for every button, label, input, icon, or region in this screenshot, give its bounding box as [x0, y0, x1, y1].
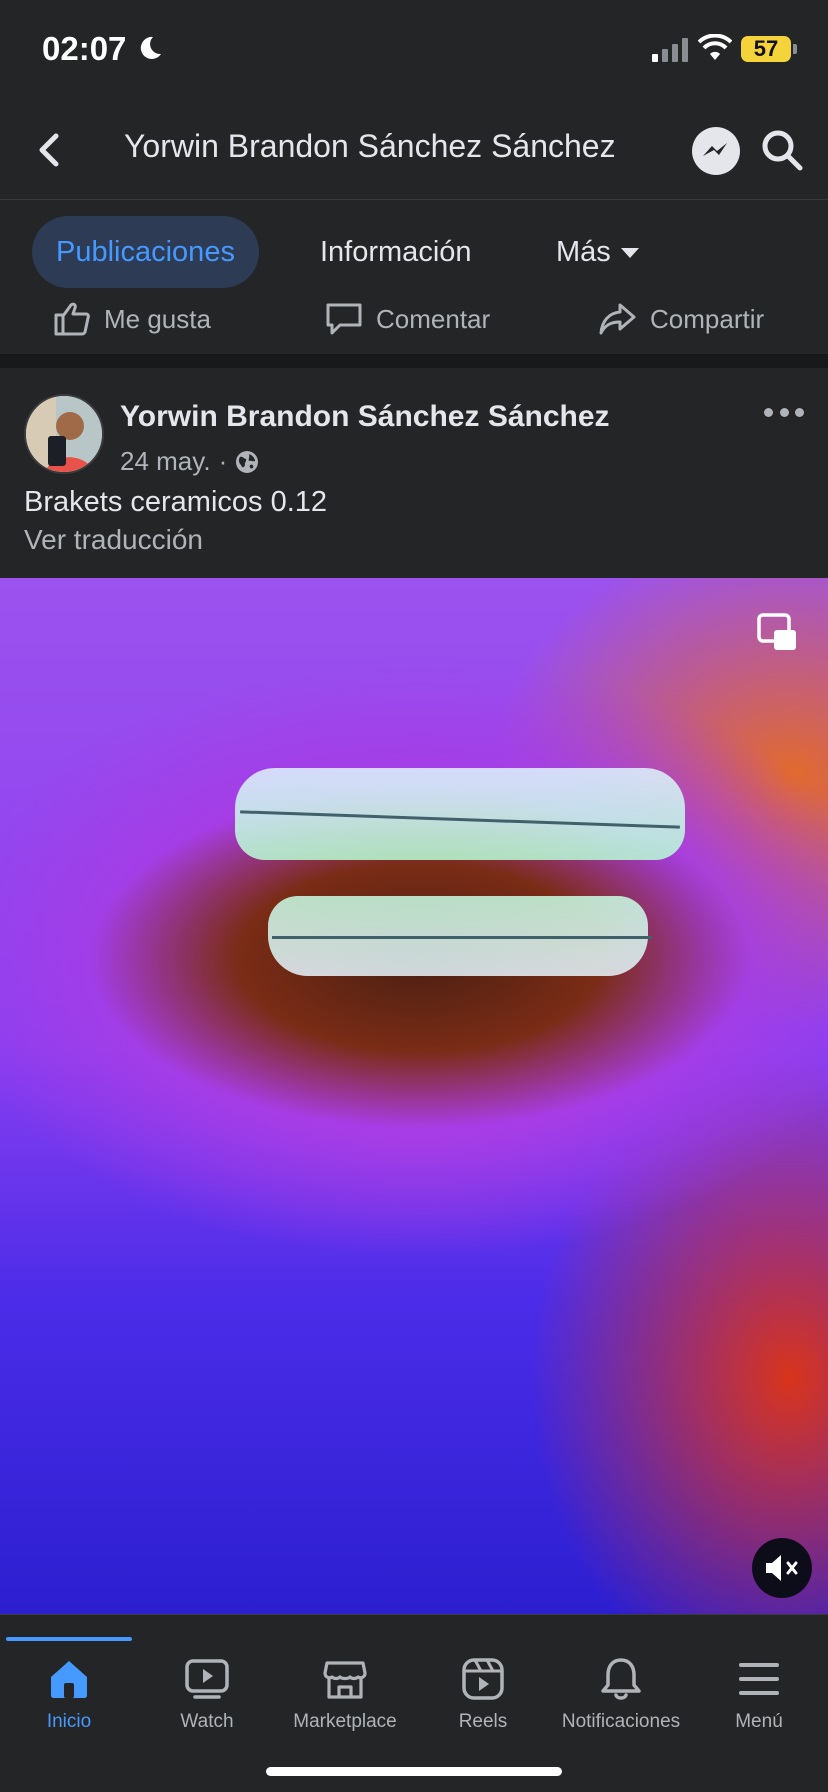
comment-icon — [326, 303, 362, 335]
nav-marketplace[interactable]: Marketplace — [276, 1655, 414, 1733]
status-time: 02:07 — [42, 30, 127, 67]
nav-watch[interactable]: Watch — [138, 1655, 276, 1733]
moon-icon — [140, 36, 161, 59]
nav-reels[interactable]: Reels — [414, 1655, 552, 1733]
post-text: Brakets ceramicos 0.12 — [24, 486, 328, 518]
more-dot — [795, 407, 804, 417]
picture-in-picture-icon[interactable] — [756, 612, 800, 656]
globe-icon — [236, 450, 259, 473]
mute-button[interactable] — [752, 1538, 812, 1598]
translate-link[interactable]: Ver traducción — [24, 524, 203, 556]
speaker-muted-icon — [766, 1555, 798, 1581]
post-video[interactable] — [0, 578, 828, 1614]
tab-publicaciones[interactable]: Publicaciones — [32, 216, 259, 288]
search-icon[interactable] — [758, 126, 806, 174]
video-frame-wire — [272, 936, 652, 939]
home-icon — [51, 1661, 87, 1698]
battery-tip — [793, 44, 797, 54]
share-icon — [599, 303, 636, 335]
bell-icon — [601, 1658, 641, 1700]
post-date[interactable]: 24 may. — [120, 446, 211, 477]
wifi-icon — [698, 34, 732, 60]
nav-menu[interactable]: Menú — [690, 1655, 828, 1733]
post-meta: 24 may. · — [120, 446, 259, 477]
more-dot — [779, 407, 789, 417]
tab-mas[interactable]: Más — [532, 216, 663, 288]
profile-header: Yorwin Brandon Sánchez Sánchez — [0, 100, 828, 200]
post-options-button[interactable] — [764, 404, 804, 420]
watch-icon — [185, 1659, 229, 1699]
comment-button[interactable]: Comentar — [324, 294, 490, 344]
home-indicator — [266, 1767, 562, 1776]
meta-separator: · — [218, 446, 228, 476]
back-icon[interactable] — [30, 126, 70, 174]
like-label: Me gusta — [104, 303, 211, 334]
nav-label-marketplace: Marketplace — [293, 1711, 397, 1732]
profile-tabs: Publicaciones Información Más — [0, 200, 828, 290]
tab-informacion[interactable]: Información — [296, 216, 496, 288]
bottom-navigation: Inicio Watch Marketplace Reels Notificac… — [0, 1614, 828, 1792]
comment-label: Comentar — [376, 303, 491, 334]
avatar-photo — [26, 396, 102, 472]
marketplace-icon — [323, 1661, 367, 1699]
nav-label-reels: Reels — [458, 1711, 508, 1732]
active-tab-indicator — [6, 1637, 132, 1641]
thumbs-up-icon — [54, 302, 90, 336]
post-actions: Me gusta Comentar Compartir — [0, 290, 828, 354]
post-header: Yorwin Brandon Sánchez Sánchez 24 may. ·… — [0, 368, 828, 578]
page-title: Yorwin Brandon Sánchez Sánchez — [124, 128, 616, 164]
caret-down-icon — [620, 248, 639, 259]
nav-label-menu: Menú — [735, 1711, 783, 1732]
more-dot — [764, 407, 773, 417]
nav-notificaciones[interactable]: Notificaciones — [552, 1655, 690, 1733]
like-button[interactable]: Me gusta — [52, 294, 211, 344]
battery-indicator: 57 — [741, 36, 791, 62]
status-bar: 02:07 57 — [0, 0, 828, 100]
tab-mas-label: Más — [556, 236, 611, 268]
avatar[interactable] — [24, 394, 104, 474]
menu-icon — [739, 1663, 779, 1695]
nav-label-notificaciones: Notificaciones — [561, 1711, 681, 1732]
nav-inicio[interactable]: Inicio — [0, 1655, 138, 1733]
post-author[interactable]: Yorwin Brandon Sánchez Sánchez — [120, 400, 610, 434]
nav-label-watch: Watch — [180, 1711, 234, 1732]
section-divider — [0, 354, 828, 368]
signal-icon — [652, 38, 688, 62]
messenger-icon[interactable] — [692, 127, 740, 175]
share-label: Compartir — [650, 303, 765, 334]
share-button[interactable]: Compartir — [598, 294, 764, 344]
nav-label-inicio: Inicio — [46, 1711, 92, 1732]
reels-icon — [462, 1658, 504, 1700]
